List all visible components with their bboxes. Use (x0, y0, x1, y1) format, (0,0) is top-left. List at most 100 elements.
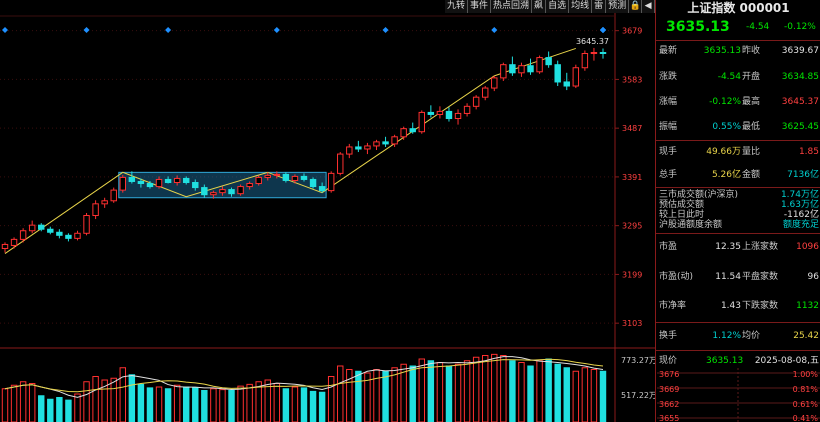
intraday-mini-chart: 3676 3669 3662 3655 1.00% 0.81% 0.61% 0.… (657, 368, 820, 422)
volume-bar (237, 385, 244, 422)
current-price: 3635.13 (666, 19, 730, 35)
left-arrow-icon[interactable]: ◀ (642, 0, 656, 13)
mini-left-1: 3669 (659, 385, 679, 394)
volume-bar (481, 355, 489, 422)
volume-bar (210, 388, 217, 422)
candle (563, 72, 570, 91)
candle (536, 55, 543, 74)
volume-bar (509, 360, 516, 422)
trend-zigzag (4, 47, 576, 255)
volume-bar (19, 381, 27, 422)
forecast-button[interactable]: 预测 (606, 0, 630, 13)
volume-bar (182, 386, 190, 422)
price-change: -4.54 (746, 22, 770, 32)
candle (518, 62, 525, 77)
volume-bar (10, 384, 18, 422)
candle (110, 187, 117, 203)
candle (572, 64, 580, 89)
kline-chart[interactable]: 3645.37 3679 3583 3487 3391 3295 3199 3103 773.… (0, 0, 655, 422)
volume-bar (201, 390, 208, 422)
volume-bar (454, 363, 462, 422)
row-hand: 现手 49.66万 量比 1.85 (659, 147, 819, 157)
volume-bar (536, 360, 543, 422)
price-tick: 3487 (622, 124, 642, 133)
ma-button[interactable]: 均线 (569, 0, 593, 13)
candle (427, 105, 435, 118)
volume-bar (74, 393, 81, 422)
volume-bar (119, 367, 127, 422)
hot-replay-button[interactable]: 热点回溯 (491, 0, 533, 13)
volume-bar (246, 383, 253, 422)
volume-bar (1, 388, 9, 422)
candle (83, 212, 90, 236)
candle (445, 107, 453, 122)
candle (500, 62, 507, 81)
mini-right-0: 1.00% (793, 370, 819, 379)
candle (309, 177, 317, 189)
volume-bar (563, 367, 570, 422)
candle (599, 48, 607, 59)
volume-bar (309, 390, 317, 422)
volume-bar (373, 369, 380, 422)
jiuzhuan-button[interactable]: 九转 (445, 0, 469, 13)
candle (527, 58, 534, 75)
volume-bar (518, 362, 525, 422)
headline-quote: 3635.13 -4.54 -0.12% (656, 19, 820, 39)
volume-bar (590, 369, 598, 422)
candle (337, 152, 344, 176)
thunder-button[interactable]: 雷 (592, 0, 607, 13)
volume-bar (56, 397, 63, 422)
candle (56, 229, 63, 239)
row-turnover: 换手 1.12% 均价 25.42 (659, 331, 819, 341)
event-marker (2, 27, 8, 33)
candle (545, 51, 552, 68)
mini-right-1: 0.81% (793, 385, 819, 394)
candle (101, 197, 108, 208)
price-tick: 3583 (622, 75, 642, 84)
volume-bar (65, 399, 72, 422)
volume-bar (300, 387, 308, 422)
volume-bar (500, 355, 507, 422)
volume-bar (527, 365, 534, 422)
volume-bar (346, 369, 353, 422)
candle (400, 126, 407, 140)
candle (373, 139, 380, 150)
volume-bar (219, 389, 226, 422)
lock-icon[interactable]: 🔒 (629, 0, 643, 13)
volume-bar (110, 377, 117, 422)
events-button[interactable]: 事件 (468, 0, 492, 13)
event-marker (600, 27, 606, 33)
biao-button[interactable]: 飙 (532, 0, 547, 13)
candle (237, 184, 244, 196)
mini-left-0: 3676 (659, 370, 679, 379)
event-marker (491, 27, 498, 33)
candle (463, 103, 471, 117)
volume-tick: 773.27万 (621, 356, 655, 365)
volume-bar (491, 353, 498, 422)
candle (327, 171, 335, 193)
volume-bar (436, 362, 444, 422)
volume-bar (581, 367, 589, 422)
watchlist-button[interactable]: 自选 (546, 0, 570, 13)
volume-bar (155, 386, 163, 422)
candle (74, 230, 81, 241)
row-amplitude: 振幅 0.55% 最低 3625.45 (659, 122, 819, 132)
volume-bar (164, 388, 172, 422)
event-marker (165, 27, 172, 33)
candle (1, 242, 9, 253)
candles (1, 47, 607, 253)
volume-bar (337, 365, 344, 422)
price-tick: 3679 (622, 27, 642, 36)
volume-bar (327, 376, 335, 422)
candle (119, 174, 127, 193)
candle (409, 122, 416, 134)
volume-bar (545, 358, 552, 422)
price-pct: -0.12% (784, 22, 816, 32)
price-tick: 3103 (622, 319, 642, 328)
volume-tick: 517.22万 (621, 391, 655, 400)
volume-bar (83, 381, 90, 422)
volume-bar (192, 387, 199, 422)
volume-bar (273, 383, 281, 422)
volume-bar (47, 398, 54, 422)
mini-left-3: 3655 (659, 414, 679, 422)
